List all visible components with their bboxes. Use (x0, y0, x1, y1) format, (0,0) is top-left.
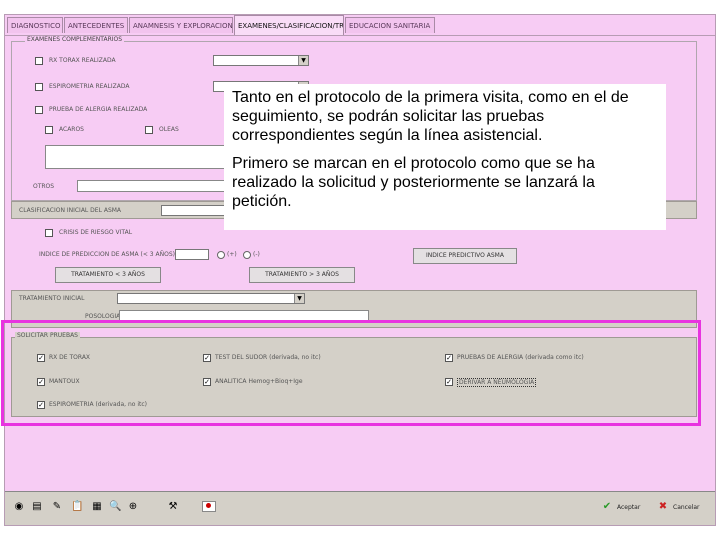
record-icon[interactable]: ◉ (13, 501, 25, 513)
prueba-alergia-label: PRUEBA DE ALERGIA REALIZADA (49, 106, 148, 113)
otros-input[interactable] (77, 180, 227, 192)
magnifier-icon[interactable]: 🔍 (109, 501, 121, 513)
tratamiento-menor-3-button[interactable]: TRATAMIENTO < 3 AÑOS (55, 267, 161, 283)
indice-label: INDICE DE PREDICCION DE ASMA (< 3 AÑOS) (39, 251, 175, 258)
annotation-paragraph-1: Tanto en el protocolo de la primera visi… (232, 89, 629, 144)
pencil-icon[interactable]: ✎ (51, 501, 63, 513)
document-icon[interactable]: ▤ (31, 501, 43, 513)
indice-predictivo-button[interactable]: INDICE PREDICTIVO ASMA (413, 248, 517, 264)
tab-examenes[interactable]: EXAMENES/CLASIFICACION/TR (234, 15, 344, 35)
annotation-paragraph-2: Primero se marcan en el protocolo como q… (232, 155, 595, 210)
tab-diagnostico[interactable]: DIAGNOSTICO (7, 17, 63, 33)
annotation-box: Tanto en el protocolo de la primera visi… (224, 84, 666, 230)
rx-torax-checkbox[interactable] (35, 57, 43, 65)
rx-torax-select[interactable]: ▼ (213, 55, 309, 66)
prueba-alergia-checkbox[interactable] (35, 106, 43, 114)
otros-label: OTROS (33, 183, 55, 190)
oleas-checkbox[interactable] (145, 126, 153, 134)
tratamiento-select[interactable]: ▼ (117, 293, 305, 304)
radio-negativo-label: (-) (253, 251, 260, 258)
chevron-down-icon: ▼ (294, 294, 304, 303)
posologia-label: POSOLOGIA (85, 313, 121, 320)
tratamiento-label: TRATAMIENTO INICIAL (19, 295, 85, 302)
indice-select[interactable] (175, 249, 209, 260)
tab-bar: DIAGNOSTICO ANTECEDENTES ANAMNESIS Y EXP… (5, 15, 715, 36)
bottom-toolbar: ◉ ▤ ✎ 📋 ▦ 🔍 ⊕ ⚒ ✔ Aceptar ✖ Cancelar (5, 491, 715, 525)
examenes-title: EXAMENES COMPLEMENTARIOS (25, 36, 125, 43)
espirometria-checkbox[interactable] (35, 83, 43, 91)
tab-antecedentes[interactable]: ANTECEDENTES (64, 17, 128, 33)
aceptar-button[interactable]: Aceptar (617, 504, 640, 511)
calculator-icon[interactable]: ▦ (91, 501, 103, 513)
tools-icon[interactable]: ⚒ (167, 501, 179, 513)
oleas-label: OLEAS (159, 126, 179, 133)
flag-icon[interactable] (201, 501, 217, 513)
acaros-checkbox[interactable] (45, 126, 53, 134)
tab-educacion[interactable]: EDUCACION SANITARIA (345, 17, 435, 33)
radio-positivo[interactable] (217, 251, 225, 259)
clasificacion-select[interactable] (161, 205, 227, 216)
tratamiento-mayor-3-button[interactable]: TRATAMIENTO > 3 AÑOS (249, 267, 355, 283)
radio-negativo[interactable] (243, 251, 251, 259)
magnifier-plus-icon[interactable]: ⊕ (127, 501, 139, 513)
highlight-frame (1, 320, 701, 426)
alergia-notes-textarea[interactable] (45, 145, 235, 169)
crisis-label: CRISIS DE RIESGO VITAL (59, 229, 133, 236)
cancelar-button[interactable]: Cancelar (673, 504, 699, 511)
chevron-down-icon: ▼ (298, 56, 308, 65)
espirometria-label: ESPIROMETRIA REALIZADA (49, 83, 130, 90)
radio-positivo-label: (+) (227, 251, 237, 258)
rx-torax-label: RX TORAX REALIZADA (49, 57, 116, 64)
clasificacion-label: CLASIFICACION INICIAL DEL ASMA (19, 207, 122, 214)
tab-anamnesis[interactable]: ANAMNESIS Y EXPLORACION (129, 17, 233, 33)
accept-icon[interactable]: ✔ (601, 501, 613, 513)
clipboard-icon[interactable]: 📋 (71, 501, 83, 513)
crisis-checkbox[interactable] (45, 229, 53, 237)
acaros-label: ACAROS (59, 126, 84, 133)
cancel-icon[interactable]: ✖ (657, 501, 669, 513)
